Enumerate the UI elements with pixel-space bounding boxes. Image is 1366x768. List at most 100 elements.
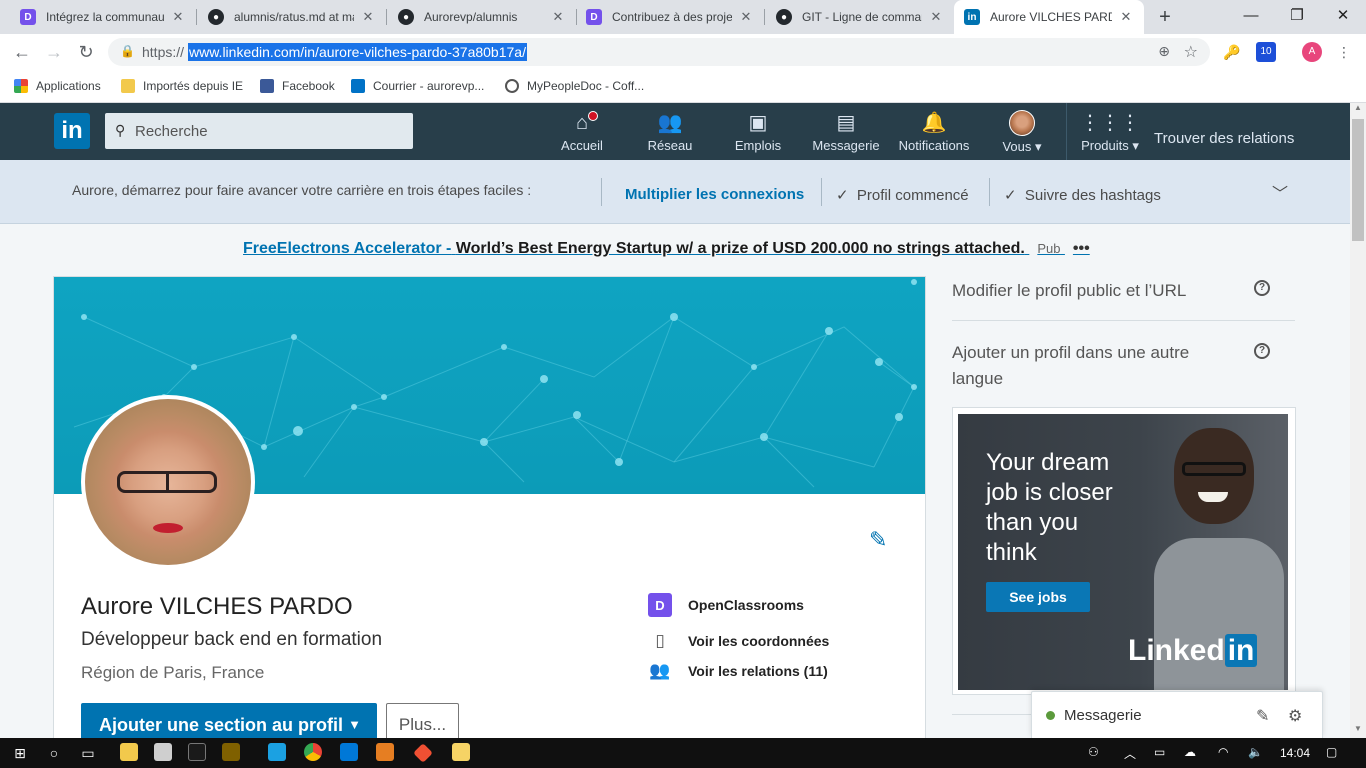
chrome-taskbar-icon[interactable]	[304, 743, 322, 761]
see-jobs-button[interactable]: See jobs	[986, 582, 1090, 612]
people-icon[interactable]: ⚇	[1088, 745, 1099, 759]
url-text[interactable]: www.linkedin.com/in/aurore-vilches-pardo…	[188, 43, 527, 61]
gear-icon[interactable]: ⚙	[1288, 706, 1302, 726]
search-box[interactable]: ⚲	[105, 113, 413, 149]
profile-photo[interactable]	[81, 395, 255, 569]
zoom-icon[interactable]: ⊕	[1158, 43, 1170, 60]
nav-network[interactable]: 👥 Réseau	[626, 111, 714, 157]
bookmark-item[interactable]: Applications	[14, 76, 101, 96]
nav-me[interactable]: Vous ▾	[978, 110, 1066, 157]
messaging-dock-label[interactable]: Messagerie	[1064, 707, 1142, 724]
side-link-label: OpenClassrooms	[688, 597, 804, 613]
find-relations-link[interactable]: Trouver des relations	[1154, 130, 1294, 147]
help-icon[interactable]: ?	[1254, 280, 1270, 296]
nav-jobs[interactable]: ▣ Emplois	[714, 111, 802, 157]
linkedin-logo[interactable]: in	[54, 113, 90, 149]
check-icon: ✓	[1004, 187, 1017, 204]
chrome-menu-icon[interactable]: ⋮	[1334, 42, 1354, 62]
linkedin-nav: in ⚲ ⌂ Accueil 👥 Réseau ▣ Emplois ▤ Mess…	[0, 103, 1350, 160]
compose-icon[interactable]: ✎	[1256, 706, 1269, 726]
step-follow-hashtags[interactable]: ✓ Suivre des hashtags	[1004, 186, 1161, 204]
close-tab-icon[interactable]: ✕	[1118, 9, 1134, 25]
search-input[interactable]	[135, 121, 405, 141]
taskbar-clock[interactable]: 14:04	[1280, 746, 1310, 760]
store-icon[interactable]	[188, 743, 206, 761]
bookmark-item[interactable]: Courrier - aurorevp...	[351, 76, 484, 96]
chevron-down-icon[interactable]: ﹀	[1272, 180, 1288, 204]
onedrive-icon[interactable]: ☁	[1184, 745, 1196, 759]
search-circle-icon[interactable]: ○	[44, 743, 64, 763]
nav-notifications[interactable]: 🔔 Notifications	[890, 111, 978, 157]
bookmark-star-icon[interactable]: ☆	[1184, 42, 1198, 62]
add-language-profile-link[interactable]: Ajouter un profil dans une autre langue	[952, 340, 1242, 392]
contact-info-link[interactable]: ▯ Voir les coordonnées	[648, 629, 829, 653]
bookmark-item[interactable]: Facebook	[260, 76, 335, 96]
messaging-dock[interactable]: Messagerie ✎ ⚙	[1031, 691, 1323, 738]
scroll-down-arrow-icon[interactable]: ▼	[1350, 724, 1366, 738]
company-link[interactable]: D OpenClassrooms	[648, 593, 804, 617]
notifications-icon[interactable]: ▢	[1326, 745, 1337, 759]
browser-tab[interactable]: ● GIT - Ligne de command ✕	[766, 0, 954, 34]
windows-start-icon[interactable]: ⊞	[10, 743, 30, 763]
new-tab-button[interactable]: +	[1153, 5, 1177, 29]
edit-public-profile-link[interactable]: Modifier le profil public et l’URL	[952, 278, 1186, 304]
close-tab-icon[interactable]: ✕	[928, 9, 944, 25]
close-tab-icon[interactable]: ✕	[738, 9, 754, 25]
button-label: Ajouter une section au profil	[99, 715, 344, 735]
minimize-button[interactable]: —	[1228, 0, 1274, 34]
lock-icon[interactable]: 🔒	[120, 44, 135, 58]
close-tab-icon[interactable]: ✕	[170, 9, 186, 25]
edge-icon[interactable]	[340, 743, 358, 761]
forward-button[interactable]: →	[42, 40, 66, 64]
back-button[interactable]: ←	[10, 40, 34, 64]
notes-icon[interactable]	[452, 743, 470, 761]
mail-icon[interactable]	[154, 743, 172, 761]
chevron-up-icon[interactable]: ︿	[1124, 745, 1136, 762]
battery-icon[interactable]: ▭	[1154, 745, 1165, 759]
app-icon[interactable]	[376, 743, 394, 761]
step-profile-started[interactable]: ✓ Profil commencé	[836, 186, 969, 204]
browser-tab[interactable]: ● Aurorevp/alumnis ✕	[388, 0, 576, 34]
key-extension-icon[interactable]: 🔑	[1222, 42, 1242, 62]
step-grow-network[interactable]: Multiplier les connexions	[625, 186, 804, 203]
jobs-ad[interactable]: Your dream job is closer than you think …	[952, 407, 1296, 695]
nav-home[interactable]: ⌂ Accueil	[538, 111, 626, 157]
top-banner-ad[interactable]: FreeElectrons Accelerator - World’s Best…	[243, 240, 1090, 258]
browser-tab[interactable]: ● alumnis/ratus.md at ma ✕	[198, 0, 386, 34]
divider	[601, 178, 602, 206]
connections-link[interactable]: 👥 Voir les relations (11)	[648, 659, 827, 683]
scrollbar-thumb[interactable]	[1352, 119, 1364, 241]
close-tab-icon[interactable]: ✕	[360, 9, 376, 25]
app-icon[interactable]	[222, 743, 240, 761]
ad-text[interactable]: World’s Best Energy Startup w/ a prize o…	[456, 240, 1025, 257]
extension-icon[interactable]: 10	[1256, 42, 1276, 62]
reload-button[interactable]: ↻	[74, 40, 98, 64]
browser-tab-active[interactable]: in Aurore VILCHES PARDO ✕	[954, 0, 1144, 34]
edit-pencil-icon[interactable]: ✎	[869, 527, 887, 553]
ad-more-options[interactable]: •••	[1073, 240, 1090, 257]
main-content: FreeElectrons Accelerator - World’s Best…	[0, 224, 1350, 747]
close-window-button[interactable]: ✕	[1320, 0, 1366, 34]
scroll-up-arrow-icon[interactable]: ▲	[1350, 103, 1366, 117]
github-icon: ●	[776, 9, 792, 25]
wifi-icon[interactable]: ◠	[1218, 745, 1228, 759]
ad-advertiser[interactable]: FreeElectrons Accelerator -	[243, 240, 451, 257]
address-bar[interactable]: 🔒 https:// www.linkedin.com/in/aurore-vi…	[108, 38, 1210, 66]
bookmark-item[interactable]: MyPeopleDoc - Coff...	[505, 76, 644, 96]
outlook-icon	[351, 79, 365, 93]
nav-messaging[interactable]: ▤ Messagerie	[802, 111, 890, 157]
app-icon[interactable]	[268, 743, 286, 761]
bookmark-item[interactable]: Importés depuis IE	[121, 76, 243, 96]
browser-tab[interactable]: D Intégrez la communauté ✕	[10, 0, 196, 34]
maximize-button[interactable]: ❐	[1274, 0, 1320, 34]
close-tab-icon[interactable]: ✕	[550, 9, 566, 25]
page-scrollbar[interactable]: ▲ ▼	[1350, 103, 1366, 738]
volume-icon[interactable]: 🔈	[1248, 745, 1263, 759]
file-explorer-icon[interactable]	[120, 743, 138, 761]
git-icon[interactable]	[413, 743, 433, 763]
help-icon[interactable]: ?	[1254, 343, 1270, 359]
chrome-profile-avatar[interactable]: A	[1302, 42, 1322, 62]
browser-tab[interactable]: D Contribuez à des projet ✕	[576, 0, 764, 34]
task-view-icon[interactable]: ▭	[78, 743, 98, 763]
nav-products[interactable]: ⋮⋮⋮ Produits ▾	[1066, 111, 1154, 157]
